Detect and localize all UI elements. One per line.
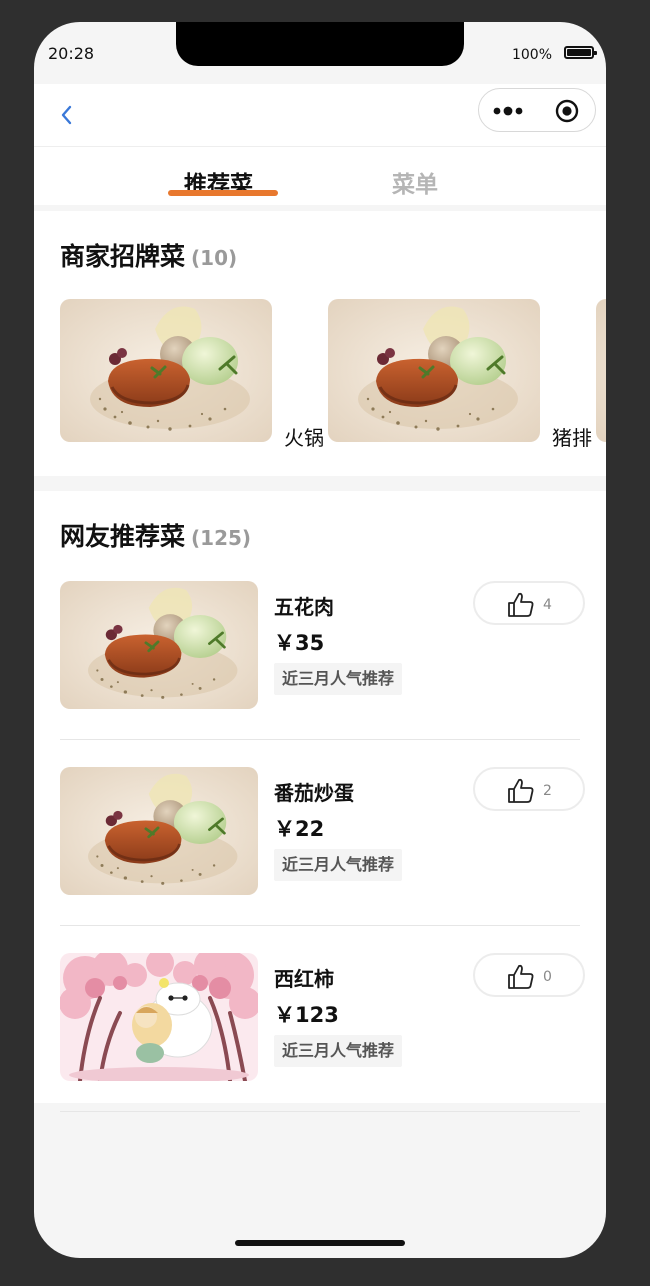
dish-price: ￥35 — [274, 631, 325, 655]
dish-price: ￥22 — [274, 817, 325, 841]
like-button[interactable]: 2 — [473, 767, 585, 811]
signature-carousel[interactable]: 火锅 猪排 — [34, 299, 606, 449]
list-item[interactable]: 番茄炒蛋 ￥22 近三月人气推荐 2 — [34, 757, 606, 943]
divider — [60, 925, 580, 926]
dish-name: 西红柿 — [274, 967, 334, 991]
more-dots-icon[interactable] — [491, 101, 527, 121]
like-count: 2 — [543, 783, 552, 799]
device-notch — [176, 22, 464, 66]
dish-image — [60, 767, 258, 895]
recommended-title: 网友推荐菜 — [60, 522, 186, 551]
dish-image — [328, 299, 540, 442]
mini-program-capsule — [478, 88, 596, 132]
like-count: 4 — [543, 597, 552, 613]
list-item[interactable]: 西红柿 ￥123 近三月人气推荐 0 — [34, 943, 606, 1129]
divider — [60, 1111, 580, 1112]
section-title: 网友推荐菜 (125) — [60, 517, 251, 553]
signature-dishes-section: 商家招牌菜 (10) 火锅 猪排 — [34, 211, 606, 476]
signature-card-name: 火锅 — [284, 426, 324, 449]
thumbs-up-icon — [508, 964, 534, 989]
popularity-tag: 近三月人气推荐 — [274, 849, 403, 881]
like-button[interactable]: 0 — [473, 953, 585, 997]
like-button[interactable]: 4 — [473, 581, 585, 625]
dish-image — [60, 953, 258, 1081]
chevron-left-icon[interactable] — [56, 104, 78, 126]
tab-menu[interactable]: 菜单 — [392, 165, 438, 199]
dish-name: 五花肉 — [274, 595, 334, 619]
signature-card[interactable] — [596, 299, 606, 442]
like-count: 0 — [543, 969, 552, 985]
dish-image — [60, 581, 258, 709]
dish-price: ￥123 — [274, 1003, 339, 1027]
target-circle-icon[interactable] — [555, 99, 579, 123]
tab-bar: 推荐菜 菜单 — [34, 146, 606, 205]
divider — [60, 739, 580, 740]
battery-percentage: 100% — [511, 47, 552, 63]
signature-card[interactable] — [60, 299, 272, 442]
dish-name: 番茄炒蛋 — [274, 781, 354, 805]
battery-icon — [564, 46, 597, 59]
recommended-count: (125) — [191, 526, 252, 550]
phone-screen: 20:28 100% 推荐菜 菜单 商家招牌菜 (10) 火锅 猪排 网友推荐菜… — [34, 22, 606, 1258]
signature-card[interactable] — [328, 299, 540, 442]
dish-image — [596, 299, 606, 442]
active-tab-indicator — [168, 190, 278, 196]
thumbs-up-icon — [508, 778, 534, 803]
home-indicator[interactable] — [235, 1240, 405, 1246]
popularity-tag: 近三月人气推荐 — [274, 1035, 403, 1067]
recommended-dishes-section: 网友推荐菜 (125) 五花肉 ￥35 近三月人气推荐 4 番茄炒蛋 ￥22 近… — [34, 491, 606, 1112]
section-title: 商家招牌菜 (10) — [60, 237, 237, 273]
thumbs-up-icon — [508, 592, 534, 617]
signature-count: (10) — [191, 246, 238, 270]
popularity-tag: 近三月人气推荐 — [274, 663, 403, 695]
signature-title: 商家招牌菜 — [60, 242, 186, 271]
list-item[interactable]: 五花肉 ￥35 近三月人气推荐 4 — [34, 571, 606, 757]
status-time: 20:28 — [48, 44, 95, 63]
navigation-bar — [34, 84, 606, 146]
dish-image — [60, 299, 272, 442]
signature-card-name: 猪排 — [552, 426, 592, 449]
